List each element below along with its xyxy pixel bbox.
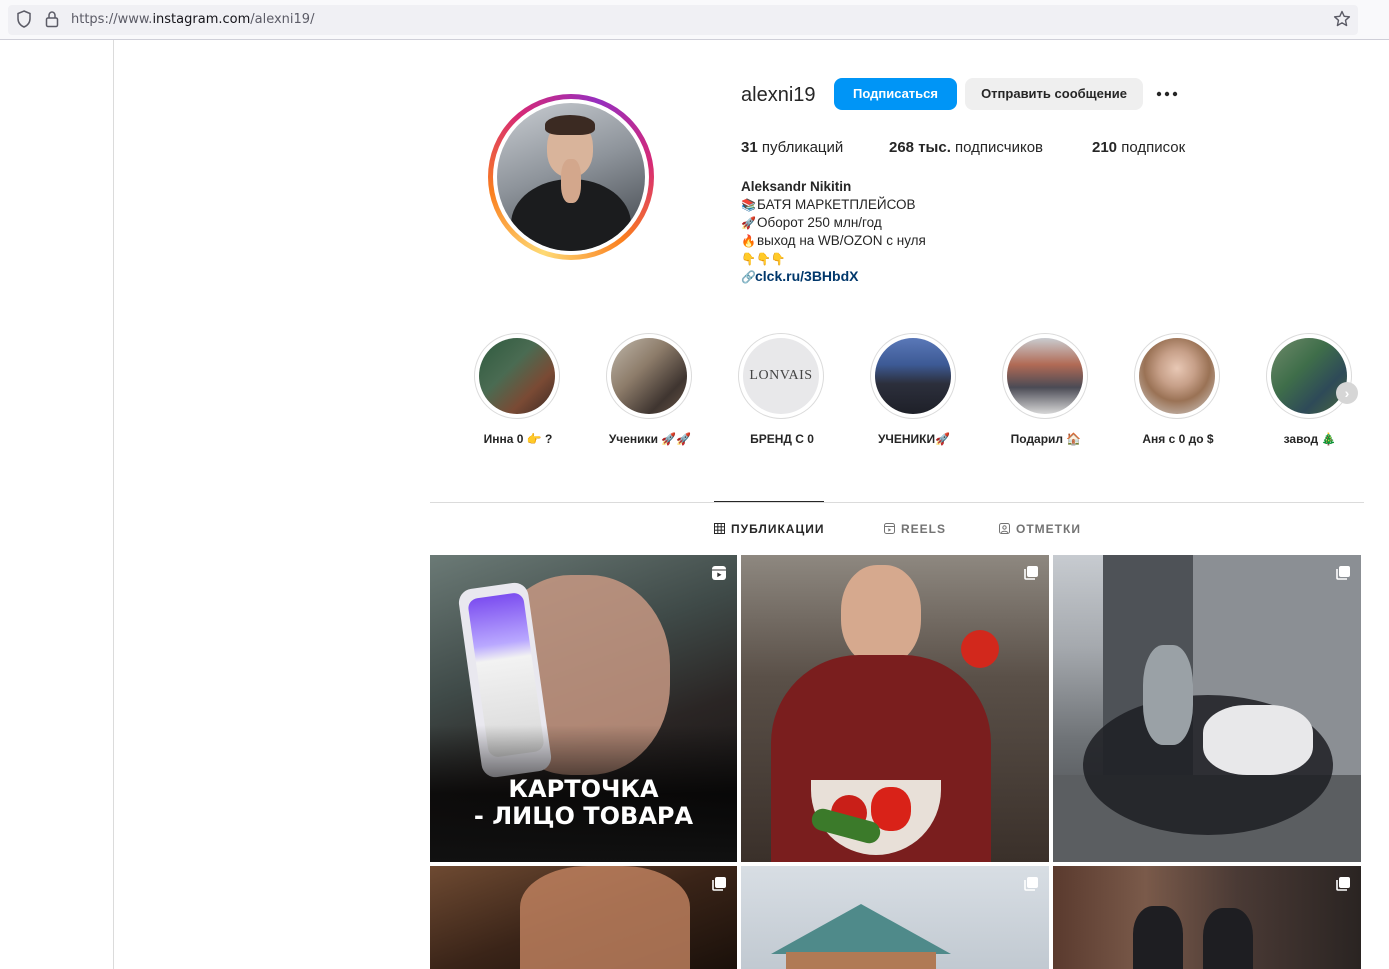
carousel-icon — [1336, 877, 1350, 891]
highlight-cover — [611, 338, 687, 414]
tab-reels[interactable]: REELS — [884, 522, 946, 536]
rocket-icon: 🚀 — [741, 216, 756, 230]
highlight-item[interactable]: УЧЕНИКИ🚀 — [869, 333, 959, 453]
carousel-icon — [1336, 566, 1350, 580]
profile-username: alexni19 — [741, 84, 816, 106]
url-prefix: https://www. — [71, 12, 153, 27]
bio-name: Aleksandr Nikitin — [741, 179, 852, 194]
books-icon: 📚 — [741, 198, 756, 212]
highlight-label: Инна 0 👉 ? — [483, 432, 553, 446]
highlight-item[interactable]: LONVAIS БРЕНД С 0 — [737, 333, 827, 453]
highlight-item[interactable]: Инна 0 👉 ? — [473, 333, 563, 453]
highlight-cover — [479, 338, 555, 414]
url-domain: instagram.com — [152, 12, 251, 27]
bookmark-star-icon[interactable] — [1333, 10, 1351, 28]
shield-icon[interactable] — [16, 10, 32, 28]
highlight-item[interactable]: Подарил 🏠 — [1001, 333, 1091, 453]
highlight-cover — [1271, 338, 1347, 414]
link-icon: 🔗 — [741, 270, 756, 284]
posts-count: 31 публикаций — [741, 139, 844, 156]
bio-line: 🔥выход на WB/OZON с нуля — [741, 233, 926, 248]
tagged-icon — [999, 523, 1010, 534]
highlight-cover — [1139, 338, 1215, 414]
highlight-cover — [1007, 338, 1083, 414]
chevron-right-icon[interactable]: › — [1336, 382, 1358, 404]
url-path: /alexni19/ — [250, 12, 315, 27]
highlight-label: Ученики 🚀🚀 — [608, 432, 692, 446]
carousel-icon — [1024, 566, 1038, 580]
post-tile[interactable] — [741, 866, 1049, 969]
more-options-icon[interactable] — [1154, 86, 1180, 102]
post-tile[interactable] — [1053, 555, 1361, 862]
tab-tagged[interactable]: ОТМЕТКИ — [999, 522, 1081, 536]
followers-count[interactable]: 268 тыс. подписчиков — [889, 139, 1043, 156]
follow-button[interactable]: Подписаться — [834, 78, 957, 110]
highlight-item[interactable]: Ученики 🚀🚀 — [605, 333, 695, 453]
tab-posts[interactable]: ПУБЛИКАЦИИ — [714, 522, 824, 536]
profile-bio: Aleksandr Nikitin 📚БАТЯ МАРКЕТПЛЕЙСОВ 🚀О… — [741, 178, 926, 268]
avatar-photo — [497, 103, 645, 251]
active-tab-indicator — [714, 501, 824, 502]
carousel-icon — [712, 877, 726, 891]
highlight-item[interactable]: Аня с 0 до $ — [1133, 333, 1223, 453]
carousel-icon — [1024, 877, 1038, 891]
fire-icon: 🔥 — [741, 234, 756, 248]
tabs-divider — [430, 502, 1364, 503]
highlight-cover — [875, 338, 951, 414]
bio-line: 👇👇👇 — [741, 252, 786, 266]
post-tile[interactable] — [1053, 866, 1361, 969]
post-tile[interactable] — [741, 555, 1049, 862]
post-tile[interactable]: КАРТОЧКА - ЛИЦО ТОВАРА — [430, 555, 737, 862]
post-tile[interactable] — [430, 866, 737, 969]
left-sidebar — [0, 40, 114, 969]
highlight-cover: LONVAIS — [743, 338, 819, 414]
profile-avatar[interactable] — [488, 94, 654, 260]
url-text[interactable]: https://www.instagram.com/alexni19/ — [71, 12, 314, 27]
highlight-label: БРЕНД С 0 — [750, 432, 814, 446]
bio-line: 📚БАТЯ МАРКЕТПЛЕЙСОВ — [741, 197, 916, 212]
highlight-label: завод 🎄 — [1283, 432, 1337, 446]
reels-icon — [884, 523, 895, 534]
bio-line: 🚀Оборот 250 млн/год — [741, 215, 882, 230]
grid-icon — [714, 523, 725, 534]
browser-toolbar: https://www.instagram.com/alexni19/ — [0, 0, 1389, 40]
highlight-label: УЧЕНИКИ🚀 — [877, 432, 951, 446]
bio-link[interactable]: 🔗clck.ru/3BHbdX — [741, 268, 858, 284]
reel-icon — [712, 566, 726, 580]
post-caption: КАРТОЧКА - ЛИЦО ТОВАРА — [473, 775, 694, 830]
highlight-label: Аня с 0 до $ — [1142, 432, 1214, 446]
lock-icon[interactable] — [44, 10, 60, 28]
following-count[interactable]: 210 подписок — [1092, 139, 1185, 156]
highlight-label: Подарил 🏠 — [1010, 432, 1082, 446]
lonvais-logo: LONVAIS — [749, 368, 813, 383]
send-message-button[interactable]: Отправить сообщение — [965, 78, 1143, 110]
